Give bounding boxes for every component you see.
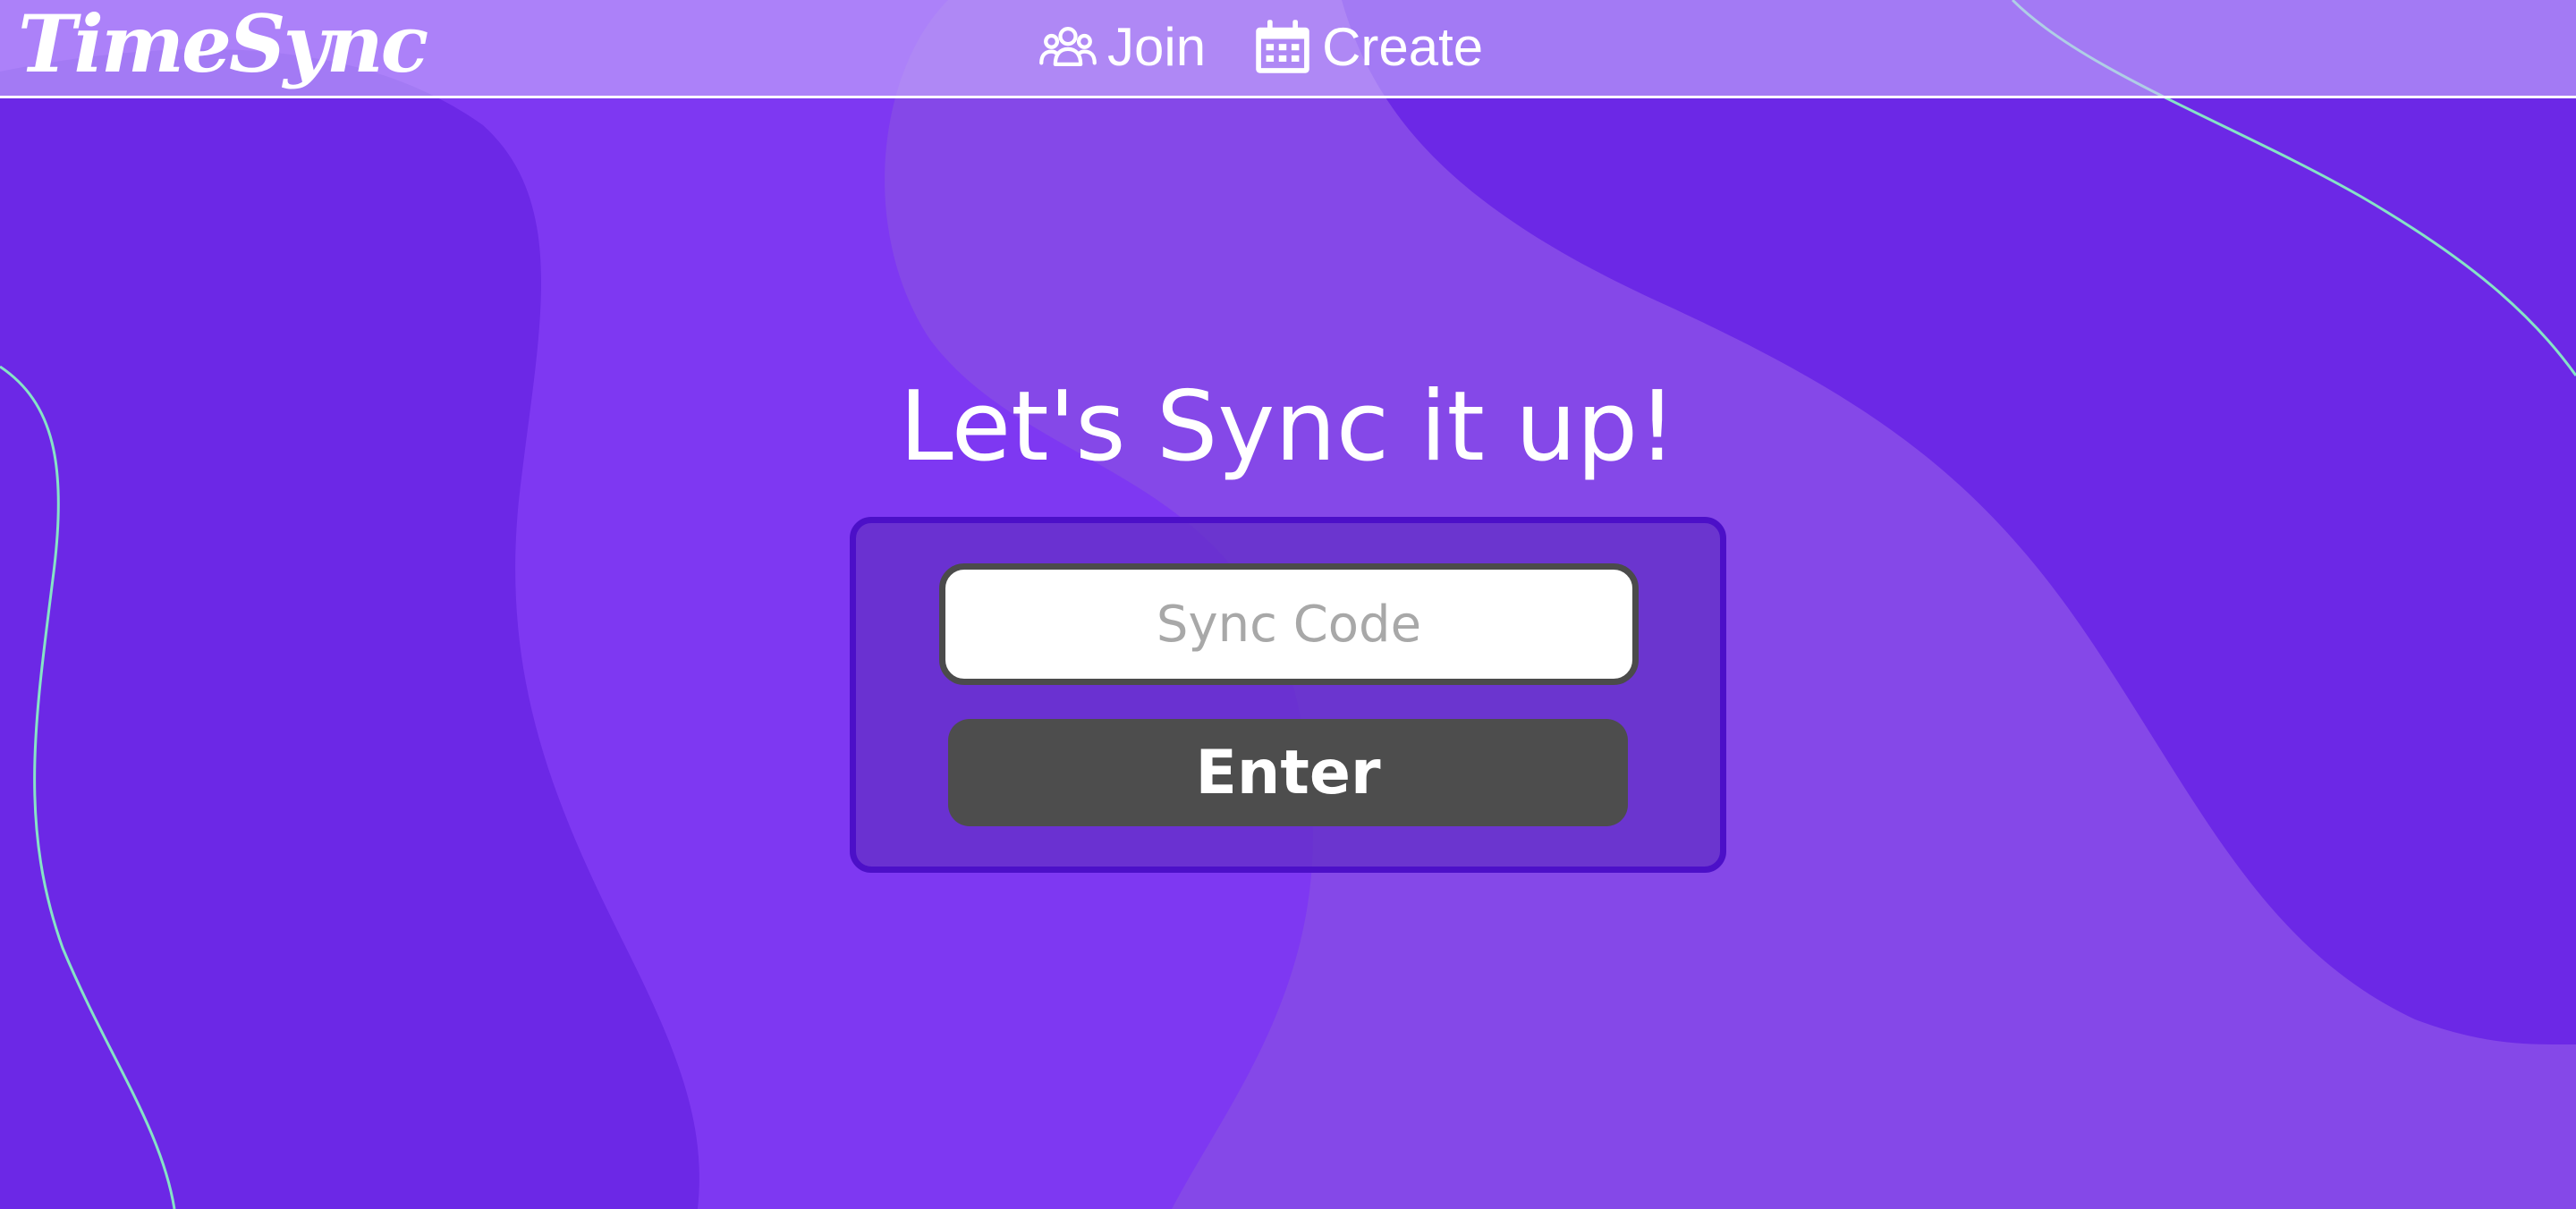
nav-create-label: Create [1322, 16, 1484, 77]
sync-code-input[interactable] [939, 563, 1639, 685]
calendar-icon [1256, 20, 1309, 73]
nav-create-link[interactable]: Create [1252, 16, 1483, 78]
top-navbar: TimeSync Join Create [0, 0, 2576, 98]
logo[interactable]: TimeSync [18, 0, 428, 93]
page: TimeSync Join Create Let's Sync it up! S… [0, 0, 2576, 1209]
nav-join-label: Join [1107, 16, 1207, 77]
enter-button[interactable]: Enter [948, 719, 1628, 826]
page-title: Let's Sync it up! [899, 371, 1677, 483]
nav-links: Join Create [1038, 0, 1530, 93]
nav-join-link[interactable]: Join [1038, 16, 1206, 78]
people-group-icon [1039, 27, 1097, 66]
